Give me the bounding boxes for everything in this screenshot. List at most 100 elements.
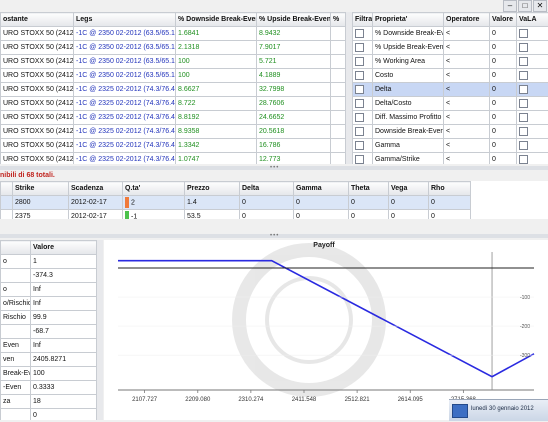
cell-qty[interactable]: -1	[123, 210, 185, 220]
cell-value[interactable]: 0	[490, 27, 517, 41]
col-header-price[interactable]: Prezzo	[185, 182, 240, 196]
vala-checkbox[interactable]	[519, 141, 528, 150]
table-row[interactable]: URO STOXX 50 (2412.48)-1C @ 2325 02-2012…	[1, 153, 346, 165]
col-header-upside-be[interactable]: % Upside Break-Even	[257, 13, 331, 27]
cell-vala[interactable]	[517, 153, 548, 165]
filter-checkbox[interactable]	[355, 43, 364, 52]
cell-vala[interactable]	[517, 27, 548, 41]
cell-vala[interactable]	[517, 83, 548, 97]
table-row[interactable]: o1	[1, 255, 97, 269]
table-row[interactable]: URO STOXX 50 (2412.48)-1C @ 2350 02-2012…	[1, 69, 346, 83]
cell-operator[interactable]: <	[444, 55, 490, 69]
col-header-underlying[interactable]: ostante	[1, 13, 74, 27]
table-row[interactable]: -Even0.3333	[1, 381, 97, 395]
table-row[interactable]: URO STOXX 50 (2412.48)-1C @ 2350 02-2012…	[1, 27, 346, 41]
col-header-operator[interactable]: Operatore	[444, 13, 490, 27]
filter-row[interactable]: Gamma<0	[353, 139, 548, 153]
filter-row[interactable]: % Upside Break-Even<0	[353, 41, 548, 55]
table-row[interactable]: URO STOXX 50 (2412.48)-1C @ 2325 02-2012…	[1, 97, 346, 111]
cell-value[interactable]: 0	[490, 83, 517, 97]
cell-operator[interactable]: <	[444, 41, 490, 55]
cell-filter[interactable]	[353, 83, 373, 97]
table-row[interactable]: 0	[1, 409, 97, 421]
filter-row[interactable]: Diff. Massimo Profitto - Rischio<0	[353, 111, 548, 125]
cell-filter[interactable]	[353, 69, 373, 83]
col-header-expiry[interactable]: Scadenza	[69, 182, 123, 196]
table-row[interactable]: URO STOXX 50 (2412.48)-1C @ 2325 02-2012…	[1, 83, 346, 97]
vala-checkbox[interactable]	[519, 29, 528, 38]
cell-filter[interactable]	[353, 125, 373, 139]
vala-checkbox[interactable]	[519, 43, 528, 52]
cell-operator[interactable]: <	[444, 27, 490, 41]
cell-filter[interactable]	[353, 97, 373, 111]
cell-operator[interactable]: <	[444, 83, 490, 97]
col-header-percent[interactable]: %	[331, 13, 346, 27]
vala-checkbox[interactable]	[519, 155, 528, 164]
filter-row[interactable]: Costo<0	[353, 69, 548, 83]
col-header-property[interactable]: Proprieta'	[373, 13, 444, 27]
table-row[interactable]: EvenInf	[1, 339, 97, 353]
table-row[interactable]: 23752012-02-17-153.500000	[1, 210, 471, 220]
table-row[interactable]: -68.7	[1, 325, 97, 339]
cell-qty[interactable]: 2	[123, 196, 185, 210]
col-header-theta[interactable]: Theta	[349, 182, 389, 196]
cell-vala[interactable]	[517, 139, 548, 153]
col-header-strike[interactable]: Strike	[13, 182, 69, 196]
cell-operator[interactable]: <	[444, 97, 490, 111]
filter-checkbox[interactable]	[355, 85, 364, 94]
cell-filter[interactable]	[353, 55, 373, 69]
vala-checkbox[interactable]	[519, 57, 528, 66]
vala-checkbox[interactable]	[519, 99, 528, 108]
filter-checkbox[interactable]	[355, 71, 364, 80]
cell-value[interactable]: 0	[490, 69, 517, 83]
col-header-delta[interactable]: Delta	[240, 182, 294, 196]
cell-operator[interactable]: <	[444, 153, 490, 165]
table-row[interactable]: Rischio99.9	[1, 311, 97, 325]
maximize-button[interactable]: □	[518, 0, 532, 12]
vala-checkbox[interactable]	[519, 71, 528, 80]
cell-vala[interactable]	[517, 69, 548, 83]
col-header-filter[interactable]: Filtra	[353, 13, 373, 27]
cell-value[interactable]: 0	[490, 125, 517, 139]
filter-checkbox[interactable]	[355, 127, 364, 136]
table-row[interactable]: URO STOXX 50 (2412.48)-1C @ 2325 02-2012…	[1, 125, 346, 139]
col-header-vala[interactable]: VaLA	[517, 13, 548, 27]
cell-filter[interactable]	[353, 41, 373, 55]
table-row[interactable]: URO STOXX 50 (2412.48)-1C @ 2325 02-2012…	[1, 139, 346, 153]
filter-checkbox[interactable]	[355, 29, 364, 38]
cell-vala[interactable]	[517, 111, 548, 125]
filter-checkbox[interactable]	[355, 141, 364, 150]
filter-row[interactable]: % Working Area<0	[353, 55, 548, 69]
filter-checkbox[interactable]	[355, 155, 364, 164]
cell-filter[interactable]	[353, 111, 373, 125]
cell-operator[interactable]: <	[444, 139, 490, 153]
cell-vala[interactable]	[517, 41, 548, 55]
table-row[interactable]: -374.3	[1, 269, 97, 283]
cell-value[interactable]: 0	[490, 41, 517, 55]
cell-value[interactable]: 0	[490, 139, 517, 153]
minimize-button[interactable]: –	[503, 0, 517, 12]
table-row[interactable]: URO STOXX 50 (2412.48)-1C @ 2325 02-2012…	[1, 111, 346, 125]
filter-checkbox[interactable]	[355, 113, 364, 122]
cell-value[interactable]: 0	[490, 55, 517, 69]
cell-filter[interactable]	[353, 139, 373, 153]
filter-row[interactable]: Delta<0	[353, 83, 548, 97]
filter-checkbox[interactable]	[355, 99, 364, 108]
cell-vala[interactable]	[517, 125, 548, 139]
table-row[interactable]: za18	[1, 395, 97, 409]
filter-checkbox[interactable]	[355, 57, 364, 66]
cell-operator[interactable]: <	[444, 69, 490, 83]
table-row[interactable]: o/RischioInf	[1, 297, 97, 311]
col-header-prop-name[interactable]	[1, 241, 31, 255]
filter-row[interactable]: Delta/Costo<0	[353, 97, 548, 111]
cell-vala[interactable]	[517, 55, 548, 69]
cell-filter[interactable]	[353, 153, 373, 165]
col-header-value[interactable]: Valore	[490, 13, 517, 27]
filter-row[interactable]: % Downside Break-Even<0	[353, 27, 548, 41]
calendar-icon[interactable]	[452, 404, 468, 418]
cell-value[interactable]: 0	[490, 153, 517, 165]
cell-value[interactable]: 0	[490, 111, 517, 125]
filter-row[interactable]: Gamma/Strike<0	[353, 153, 548, 165]
col-header-downside-be[interactable]: % Downside Break-Even	[176, 13, 257, 27]
table-row[interactable]: Break-Even100	[1, 367, 97, 381]
